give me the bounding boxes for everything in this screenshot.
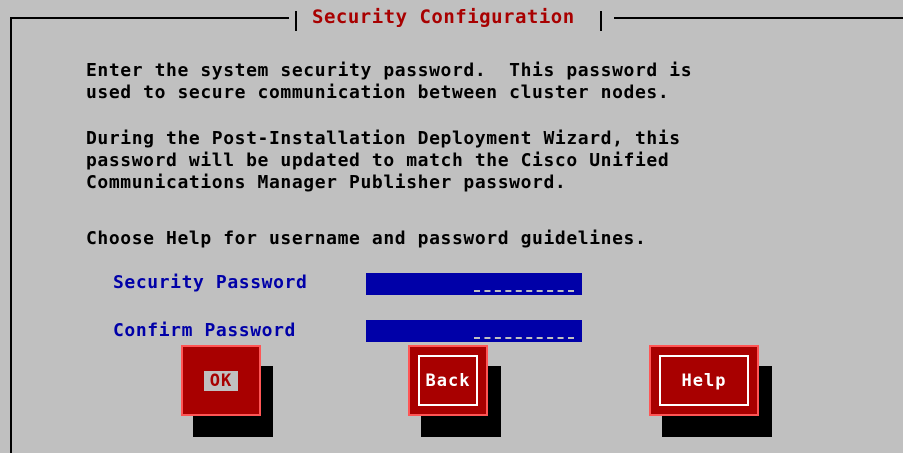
dialog-frame-left bbox=[10, 17, 12, 453]
confirm-password-field[interactable]: ******** bbox=[366, 320, 582, 342]
title-bracket-left bbox=[295, 11, 297, 31]
ok-button-label: OK bbox=[203, 370, 239, 391]
description-paragraph-1: Enter the system security password. This… bbox=[86, 60, 693, 103]
installer-screen: Security Configuration Enter the system … bbox=[0, 0, 903, 453]
ok-button-face: OK bbox=[191, 355, 251, 406]
back-button-face: Back bbox=[418, 355, 478, 406]
dialog-frame-top-right bbox=[614, 17, 903, 19]
help-button-label: Help bbox=[681, 370, 727, 391]
dialog-title: Security Configuration bbox=[312, 6, 575, 28]
dialog-frame-top-left bbox=[10, 17, 289, 19]
security-configuration-dialog: Security Configuration Enter the system … bbox=[0, 0, 903, 453]
back-button[interactable]: Back bbox=[408, 345, 488, 416]
description-paragraph-2: During the Post-Installation Deployment … bbox=[86, 128, 681, 193]
security-password-label: Security Password bbox=[113, 272, 308, 293]
field-underscore-fill bbox=[474, 289, 574, 292]
ok-button[interactable]: OK bbox=[181, 345, 261, 416]
confirm-password-label: Confirm Password bbox=[113, 320, 296, 341]
help-button-face: Help bbox=[659, 355, 749, 406]
security-password-field[interactable]: ******** bbox=[366, 273, 582, 295]
title-bracket-right bbox=[600, 11, 602, 31]
help-hint: Choose Help for username and password gu… bbox=[86, 228, 647, 249]
field-underscore-fill bbox=[474, 336, 574, 339]
help-button[interactable]: Help bbox=[649, 345, 759, 416]
back-button-label: Back bbox=[425, 370, 471, 391]
